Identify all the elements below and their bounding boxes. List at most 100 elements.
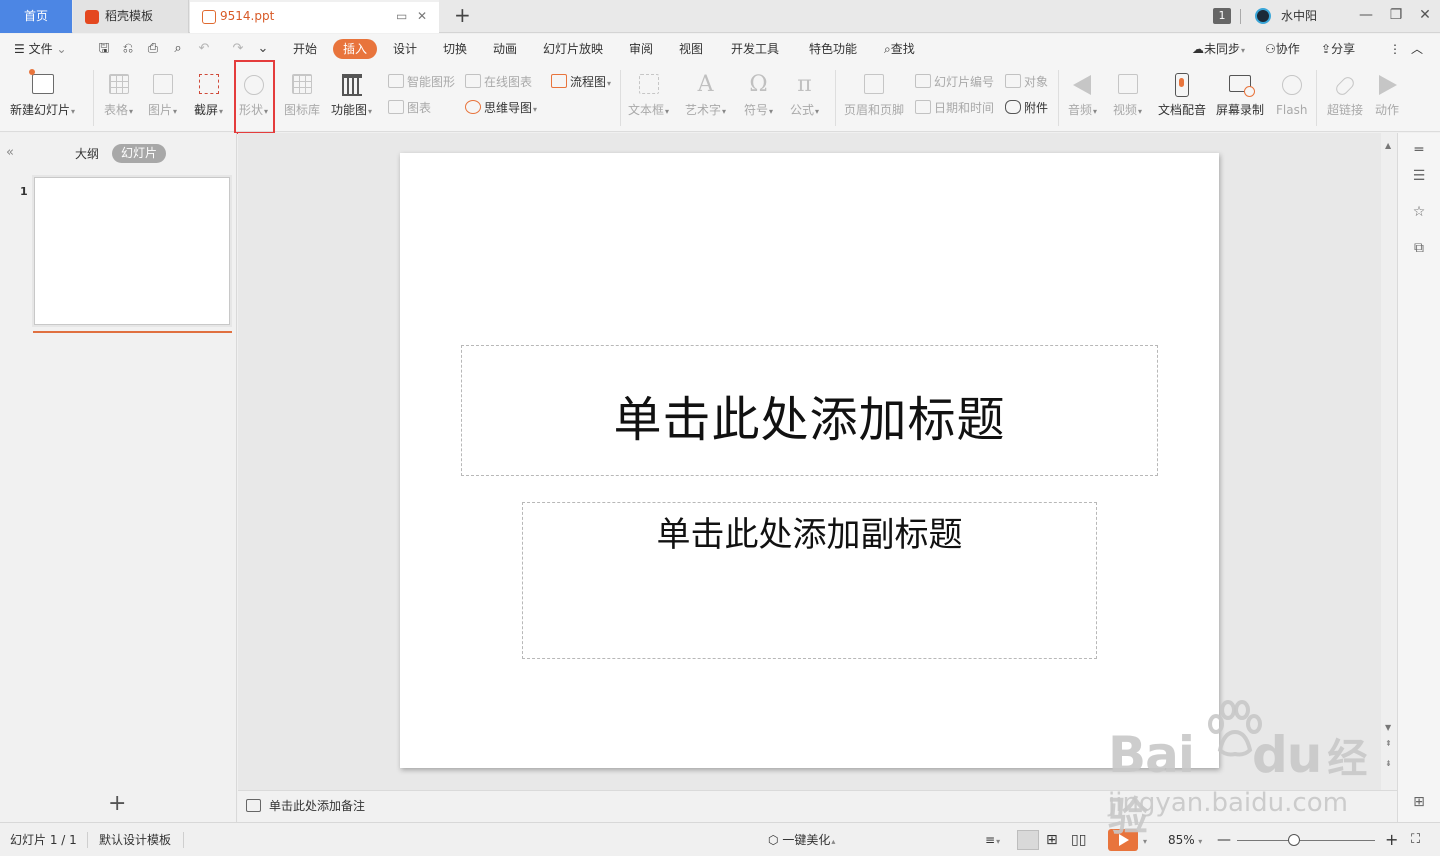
add-slide-button[interactable]: +: [108, 793, 126, 815]
online-chart-icon: [465, 74, 481, 88]
table-button[interactable]: 表格▾: [104, 70, 133, 120]
notes-toggle-icon[interactable]: ≡▾: [985, 823, 1000, 856]
collapse-ribbon-icon[interactable]: ︿: [1411, 34, 1423, 64]
menu-tab-animation[interactable]: 动画: [493, 34, 517, 64]
symbol-button[interactable]: Ω 符号▾: [744, 70, 773, 120]
slide-thumbnail[interactable]: [32, 175, 232, 327]
menu-tab-insert[interactable]: 插入: [333, 39, 378, 59]
flash-button[interactable]: Flash: [1276, 70, 1307, 118]
print-icon[interactable]: ⎙: [145, 40, 161, 58]
action-button[interactable]: 动作: [1373, 70, 1401, 118]
screen-record-button[interactable]: 屏幕录制: [1216, 70, 1264, 118]
new-tab-button[interactable]: +: [454, 0, 471, 33]
wordart-button[interactable]: A 艺术字▾: [685, 70, 726, 120]
notes-bar[interactable]: 单击此处添加备注: [238, 790, 1397, 822]
search-button[interactable]: ⌕查找: [884, 34, 915, 64]
flowchart-label: 流程图: [570, 75, 607, 89]
design-template-name[interactable]: 默认设计模板: [99, 823, 171, 856]
share-button[interactable]: ⇪分享: [1321, 34, 1355, 64]
sidebar-collapse-icon[interactable]: ═: [1410, 141, 1428, 159]
date-time-button[interactable]: 日期和时间: [915, 98, 994, 118]
scroll-down-icon[interactable]: ▼: [1385, 723, 1391, 732]
flowchart-button[interactable]: 流程图▾: [551, 72, 611, 92]
zoom-slider-handle[interactable]: [1288, 834, 1300, 846]
icon-library-button[interactable]: 图标库: [284, 70, 320, 118]
hyperlink-button[interactable]: 超链接: [1327, 70, 1363, 118]
smart-art-button[interactable]: 智能图形: [388, 72, 455, 92]
redo-icon[interactable]: ↷: [230, 40, 246, 58]
screenshot-button[interactable]: 截屏▾: [194, 70, 223, 120]
play-options-icon[interactable]: ▾: [1142, 823, 1147, 856]
object-button[interactable]: 对象: [1005, 72, 1048, 92]
print-preview-icon[interactable]: ⌕: [170, 40, 186, 58]
sorter-view-icon[interactable]: ⊞: [1046, 823, 1058, 856]
menu-tab-design[interactable]: 设计: [393, 34, 417, 64]
fit-window-icon[interactable]: ⛶: [1411, 823, 1420, 856]
picture-icon: [149, 70, 177, 100]
tab-document[interactable]: 9514.ppt ▭ ✕: [190, 0, 439, 33]
format-painter-icon[interactable]: ⎌: [120, 40, 136, 58]
doc-dub-button[interactable]: 文档配音: [1158, 70, 1206, 118]
menu-tab-transition[interactable]: 切换: [443, 34, 467, 64]
picture-button[interactable]: 图片▾: [148, 70, 177, 120]
quick-access-dropdown-icon[interactable]: ⌄: [255, 40, 271, 58]
new-slide-button[interactable]: 新建幻灯片▾: [10, 69, 75, 120]
undo-icon[interactable]: ↶: [196, 40, 212, 58]
scroll-up-icon[interactable]: ▲: [1385, 141, 1391, 150]
menu-tab-developer[interactable]: 开发工具: [731, 34, 779, 64]
save-icon[interactable]: 🖫: [96, 40, 112, 58]
reading-view-icon[interactable]: ▯▯: [1071, 823, 1086, 856]
pin-star-icon[interactable]: ☆: [1410, 203, 1428, 221]
header-footer-button[interactable]: 页眉和页脚: [844, 70, 904, 118]
beautify-button[interactable]: ⬡ 一键美化▴: [768, 823, 835, 856]
close-window-icon[interactable]: ✕: [1410, 0, 1440, 33]
outline-tab[interactable]: 大纲: [75, 145, 99, 162]
audio-button[interactable]: 音频▾: [1068, 70, 1097, 120]
grid-panel-icon[interactable]: ⊞: [1410, 793, 1428, 811]
menu-tab-slideshow[interactable]: 幻灯片放映: [543, 34, 603, 64]
window-count-badge[interactable]: 1: [1213, 8, 1231, 24]
slides-tab[interactable]: 幻灯片: [112, 144, 167, 163]
file-menu[interactable]: ☰ 文件 ⌄: [14, 34, 67, 64]
avatar[interactable]: [1255, 8, 1271, 24]
prev-slide-icon[interactable]: ⇞: [1385, 739, 1392, 748]
online-chart-button[interactable]: 在线图表: [465, 72, 532, 92]
menu-tab-home[interactable]: 开始: [293, 34, 317, 64]
play-slideshow-button[interactable]: [1108, 829, 1138, 851]
next-slide-icon[interactable]: ⇟: [1385, 759, 1392, 768]
copy-panel-icon[interactable]: ⧉: [1410, 239, 1428, 257]
tab-template-store[interactable]: 稻壳模板: [73, 0, 189, 33]
menu-tab-view[interactable]: 视图: [679, 34, 703, 64]
subtitle-placeholder[interactable]: 单击此处添加副标题: [522, 502, 1097, 659]
collapse-panel-icon[interactable]: «: [6, 145, 14, 160]
sync-status-button[interactable]: ☁未同步▾: [1192, 34, 1245, 64]
zoom-out-icon[interactable]: —: [1217, 823, 1231, 856]
attachment-button[interactable]: 附件: [1005, 98, 1048, 118]
slide-number-button[interactable]: 幻灯片编号: [915, 72, 994, 92]
username[interactable]: 水中阳: [1281, 0, 1317, 33]
zoom-in-icon[interactable]: +: [1385, 823, 1398, 856]
menu-tab-review[interactable]: 审阅: [629, 34, 653, 64]
tab-close-icon[interactable]: ✕: [417, 0, 427, 33]
normal-view-icon[interactable]: [1017, 830, 1039, 850]
chart-button[interactable]: 图表: [388, 98, 431, 118]
function-chart-button[interactable]: 功能图▾: [331, 70, 372, 120]
collab-button[interactable]: ⚇协作: [1265, 34, 1300, 64]
menu-tab-special[interactable]: 特色功能: [809, 34, 857, 64]
minimize-icon[interactable]: —: [1351, 0, 1381, 33]
properties-sliders-icon[interactable]: ☰: [1410, 167, 1428, 185]
zoom-level[interactable]: 85% ▾: [1168, 823, 1202, 856]
tab-float-icon[interactable]: ▭: [396, 0, 407, 33]
title-placeholder[interactable]: 单击此处添加标题: [461, 345, 1158, 476]
restore-icon[interactable]: ❐: [1381, 0, 1411, 33]
slide[interactable]: 单击此处添加标题 单击此处添加副标题: [400, 153, 1219, 768]
mindmap-button[interactable]: 思维导图▾: [465, 98, 537, 118]
zoom-slider-track[interactable]: [1237, 840, 1375, 841]
table-icon: [105, 70, 133, 100]
tab-home[interactable]: 首页: [0, 0, 72, 33]
video-button[interactable]: 视频▾: [1113, 70, 1142, 120]
vertical-scrollbar[interactable]: ▲ ▼ ⇞ ⇟: [1381, 133, 1397, 790]
textbox-button[interactable]: 文本框▾: [628, 70, 669, 120]
formula-button[interactable]: π 公式▾: [790, 70, 819, 120]
more-menu-icon[interactable]: ⋮: [1389, 34, 1401, 64]
